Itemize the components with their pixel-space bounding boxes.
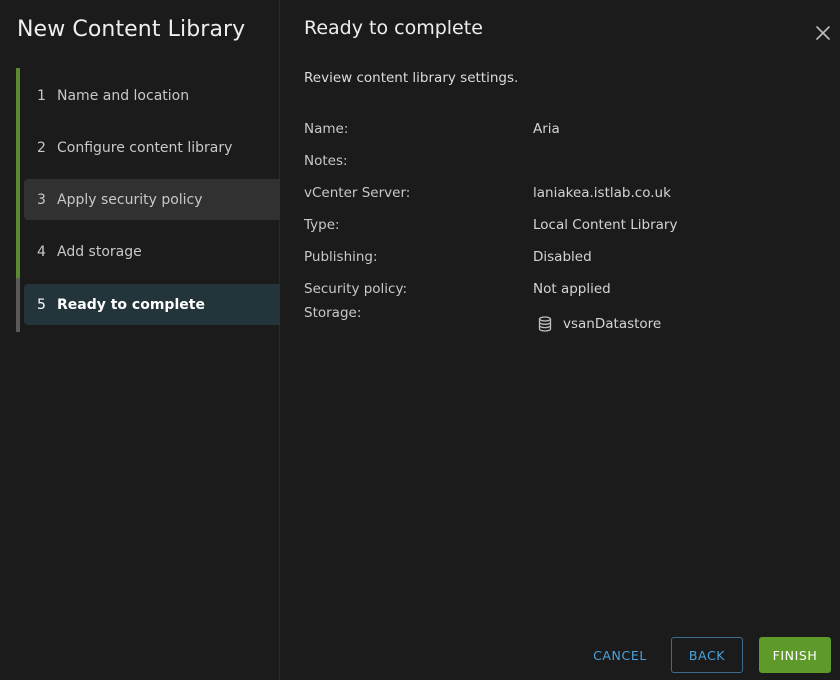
wizard-title: New Content Library	[17, 17, 246, 42]
summary-row-security-policy: Security policy: Not applied	[304, 278, 824, 310]
database-icon	[538, 316, 552, 332]
close-icon	[816, 26, 830, 40]
wizard-content-pane: Ready to complete Review content library…	[281, 0, 840, 680]
summary-key: Name:	[304, 121, 349, 137]
summary-key: Publishing:	[304, 249, 378, 265]
summary-key: Storage:	[304, 305, 362, 321]
wizard-steps: 1 Name and location 2 Configure content …	[16, 68, 280, 332]
step-apply-security-policy[interactable]: 3 Apply security policy	[24, 179, 280, 220]
step-number: 3	[37, 191, 46, 208]
settings-summary: Name: Aria Notes: vCenter Server: laniak…	[304, 118, 824, 350]
step-label: Configure content library	[57, 139, 233, 156]
summary-value: Local Content Library	[533, 217, 678, 233]
back-button[interactable]: BACK	[671, 637, 743, 673]
step-label: Apply security policy	[57, 191, 203, 208]
step-number: 1	[37, 87, 46, 104]
summary-value: Disabled	[533, 249, 592, 265]
close-button[interactable]	[812, 22, 834, 44]
step-name-and-location[interactable]: 1 Name and location	[24, 75, 280, 116]
step-number: 2	[37, 139, 46, 156]
summary-value: Not applied	[533, 281, 611, 297]
storage-name: vsanDatastore	[563, 316, 662, 332]
step-label: Add storage	[57, 243, 142, 260]
step-configure-content-library[interactable]: 2 Configure content library	[24, 127, 280, 168]
summary-row-publishing: Publishing: Disabled	[304, 246, 824, 278]
step-number: 4	[37, 243, 46, 260]
summary-row-vcenter-server: vCenter Server: laniakea.istlab.co.uk	[304, 182, 824, 214]
summary-key: vCenter Server:	[304, 185, 411, 201]
wizard-footer: CANCEL BACK FINISH	[583, 637, 831, 673]
new-content-library-dialog: New Content Library 1 Name and location …	[0, 0, 840, 680]
step-label: Name and location	[57, 87, 190, 104]
step-number: 5	[37, 296, 46, 313]
finish-button[interactable]: FINISH	[759, 637, 831, 673]
page-intro-text: Review content library settings.	[304, 70, 519, 86]
cancel-button[interactable]: CANCEL	[583, 637, 657, 673]
summary-row-storage: Storage: vsanDatastore	[304, 305, 824, 350]
wizard-nav-pane: New Content Library 1 Name and location …	[0, 0, 280, 680]
summary-key: Security policy:	[304, 281, 408, 297]
summary-value: laniakea.istlab.co.uk	[533, 185, 671, 201]
summary-value: Aria	[533, 121, 560, 137]
page-title: Ready to complete	[304, 17, 483, 39]
summary-key: Type:	[304, 217, 340, 233]
summary-row-name: Name: Aria	[304, 118, 824, 150]
summary-value-storage: vsanDatastore	[533, 316, 661, 332]
steps-progress-fill	[16, 68, 20, 278]
summary-row-notes: Notes:	[304, 150, 824, 182]
step-label: Ready to complete	[57, 296, 205, 313]
summary-row-type: Type: Local Content Library	[304, 214, 824, 246]
summary-key: Notes:	[304, 153, 348, 169]
step-ready-to-complete[interactable]: 5 Ready to complete	[24, 284, 280, 325]
step-add-storage[interactable]: 4 Add storage	[24, 231, 280, 272]
